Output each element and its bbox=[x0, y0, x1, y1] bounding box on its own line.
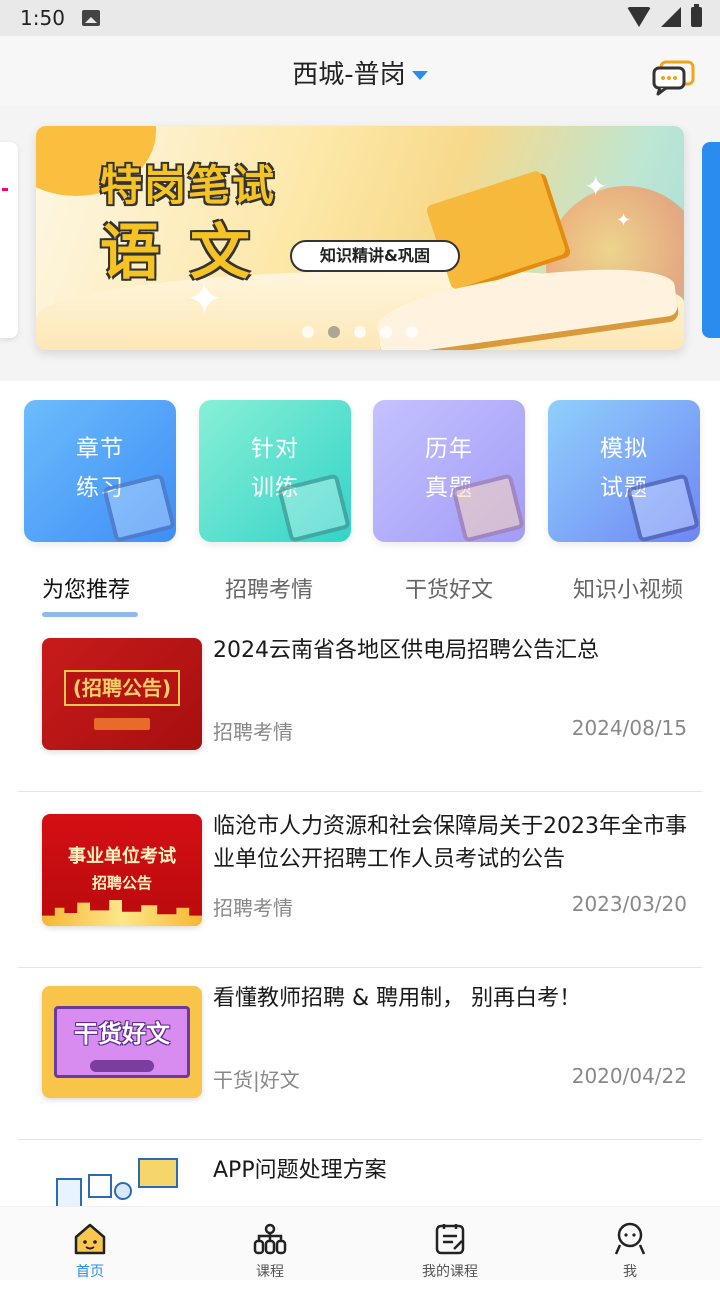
tile-label: 历年 bbox=[425, 436, 473, 462]
carousel-dot-active[interactable] bbox=[328, 326, 340, 338]
thumbnail-label: 招聘公告 bbox=[91, 874, 152, 892]
nav-label: 首页 bbox=[76, 1264, 104, 1280]
banner-slide[interactable]: ✦ ✦ ✦ 特岗笔试 语文 知识精讲&巩固 bbox=[36, 126, 684, 350]
dropdown-caret-icon bbox=[411, 71, 428, 80]
nav-profile[interactable]: 我 bbox=[570, 1207, 690, 1281]
screen-icon bbox=[138, 1158, 178, 1188]
list-item[interactable]: 干货好文 看懂教师招聘 & 聘用制， 别再白考！ 干货|好文 2020/04/2… bbox=[0, 968, 720, 1140]
carousel-dot[interactable] bbox=[406, 326, 418, 338]
tab-articles[interactable]: 干货好文 bbox=[405, 572, 493, 604]
tab-recommended[interactable]: 为您推荐 bbox=[42, 572, 130, 604]
tab-recruitment[interactable]: 招聘考情 bbox=[225, 572, 313, 604]
article-category: 干货|好文 bbox=[213, 1068, 300, 1092]
article-category: 招聘考情 bbox=[213, 720, 293, 744]
course-icon bbox=[253, 1223, 287, 1255]
sparkle-icon: ✦ bbox=[616, 210, 632, 231]
carousel-indicator bbox=[36, 326, 684, 338]
article-category: 招聘考情 bbox=[213, 896, 293, 920]
signal-icon bbox=[661, 7, 681, 27]
globe-icon bbox=[114, 1182, 132, 1200]
targeted-training-button[interactable]: 针对 训练 bbox=[199, 400, 351, 542]
thumbnail-button-decoration bbox=[90, 1060, 154, 1072]
nav-label: 我的课程 bbox=[422, 1264, 478, 1280]
article-title: APP问题处理方案 bbox=[213, 1158, 387, 1183]
article-date: 2020/04/22 bbox=[571, 1064, 687, 1088]
image-notification-icon bbox=[82, 10, 100, 26]
banner-subtitle: 知识精讲&巩固 bbox=[290, 240, 460, 272]
battery-icon bbox=[691, 4, 702, 27]
carousel-dot[interactable] bbox=[302, 326, 314, 338]
article-thumbnail: 干货好文 bbox=[42, 986, 202, 1098]
location-selector[interactable]: 西城-普岗 bbox=[0, 54, 720, 91]
chapter-practice-button[interactable]: 章节 练习 bbox=[24, 400, 176, 542]
article-thumbnail: 事业单位考试 招聘公告 bbox=[42, 814, 202, 926]
thumbnail-label: 事业单位考试 bbox=[68, 846, 176, 867]
banner-carousel[interactable]: ✦ ✦ ✦ 特岗笔试 语文 知识精讲&巩固 bbox=[0, 106, 720, 381]
article-title: 2024云南省各地区供电局招聘公告汇总 bbox=[213, 638, 599, 663]
tile-label: 模拟 bbox=[600, 436, 648, 462]
tile-label: 针对 bbox=[251, 436, 299, 462]
article-date: 2023/03/20 bbox=[571, 892, 687, 916]
article-thumbnail: (招聘公告) bbox=[42, 638, 202, 750]
location-label: 西城-普岗 bbox=[292, 60, 406, 90]
banner-next-peek bbox=[702, 142, 720, 338]
home-icon bbox=[74, 1223, 106, 1255]
top-bar: 西城-普岗 bbox=[0, 36, 720, 106]
tile-label: 章节 bbox=[76, 436, 124, 462]
article-title: 看懂教师招聘 & 聘用制， 别再白考！ bbox=[213, 986, 582, 1011]
article-title: 临沧市人力资源和社会保障局关于2023年全市事业单位公开招聘工作人员考试的公告 bbox=[213, 814, 687, 872]
sparkle-icon: ✦ bbox=[584, 170, 608, 203]
banner-subject: 语文 bbox=[100, 218, 280, 288]
active-tab-indicator bbox=[42, 612, 138, 617]
bottom-navigation: 首页 课程 我的课程 我 bbox=[0, 1206, 720, 1280]
thumbnail-label: 干货好文 bbox=[74, 1020, 170, 1048]
nav-label: 我 bbox=[623, 1264, 637, 1280]
divider bbox=[18, 791, 702, 792]
nav-home[interactable]: 首页 bbox=[30, 1207, 150, 1281]
article-date: 2024/08/15 bbox=[571, 716, 687, 740]
profile-icon bbox=[614, 1222, 646, 1255]
nav-label: 课程 bbox=[256, 1264, 284, 1280]
wifi-icon bbox=[627, 7, 651, 27]
banner-prev-peek bbox=[0, 142, 18, 338]
carousel-dot[interactable] bbox=[380, 326, 392, 338]
list-item[interactable]: (招聘公告) 2024云南省各地区供电局招聘公告汇总 招聘考情 2024/08/… bbox=[0, 620, 720, 792]
quick-actions: 章节 练习 针对 训练 历年 真题 模拟 试题 bbox=[0, 400, 720, 545]
notebook-icon bbox=[56, 1178, 82, 1208]
content-tabs: 为您推荐 招聘考情 干货好文 知识小视频 bbox=[0, 566, 720, 618]
tab-videos[interactable]: 知识小视频 bbox=[573, 572, 683, 604]
message-icon[interactable] bbox=[652, 60, 696, 96]
nav-courses[interactable]: 课程 bbox=[210, 1207, 330, 1281]
past-papers-button[interactable]: 历年 真题 bbox=[373, 400, 525, 542]
status-bar: 1:50 bbox=[0, 0, 720, 36]
my-course-icon bbox=[435, 1224, 465, 1255]
carousel-dot[interactable] bbox=[354, 326, 366, 338]
list-item[interactable]: 事业单位考试 招聘公告 临沧市人力资源和社会保障局关于2023年全市事业单位公开… bbox=[0, 796, 720, 968]
thumbnail-label: (招聘公告) bbox=[64, 670, 180, 706]
document-icon bbox=[88, 1174, 112, 1198]
nav-my-courses[interactable]: 我的课程 bbox=[390, 1207, 510, 1281]
thumbnail-search-bar bbox=[94, 718, 150, 730]
status-time: 1:50 bbox=[20, 6, 65, 30]
mock-exam-button[interactable]: 模拟 试题 bbox=[548, 400, 700, 542]
city-skyline-decoration bbox=[42, 900, 202, 926]
